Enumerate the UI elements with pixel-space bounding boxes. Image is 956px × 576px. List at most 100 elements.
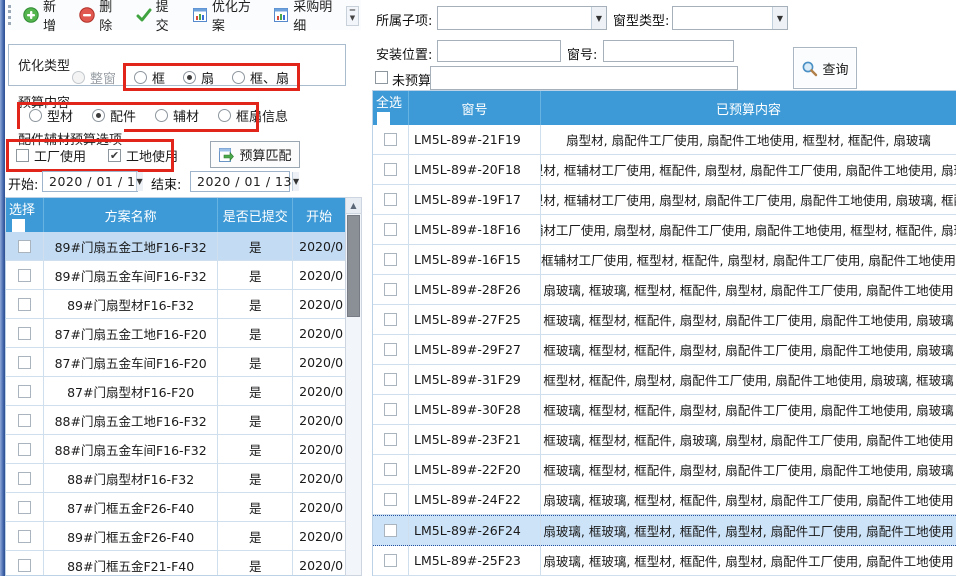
unbudgeted-checkbox[interactable] bbox=[375, 71, 388, 84]
radio-option-配件[interactable]: 配件 bbox=[92, 106, 136, 125]
table-row[interactable]: LM5L-89#-16F15框辅材工厂使用, 框型材, 框配件, 扇型材, 扇配… bbox=[373, 245, 956, 275]
table-row[interactable]: 88#门扇五金工地F16-F32是2020/0 bbox=[6, 406, 345, 435]
table-row[interactable]: 87#门框五金F26-F40是2020/0 bbox=[6, 493, 345, 522]
delete-button[interactable]: 删除 bbox=[73, 0, 129, 37]
table-row[interactable]: LM5L-89#-20F18框型材, 框辅材工厂使用, 框配件, 扇型材, 扇配… bbox=[373, 155, 956, 185]
radio-icon[interactable] bbox=[134, 71, 147, 84]
row-checkbox[interactable] bbox=[384, 433, 397, 446]
checkbox-icon[interactable] bbox=[16, 149, 29, 162]
submit-button[interactable]: 提交 bbox=[130, 0, 186, 37]
table-row[interactable]: 88#门扇型材F16-F32是2020/0 bbox=[6, 464, 345, 493]
row-checkbox[interactable] bbox=[384, 554, 397, 567]
row-checkbox[interactable] bbox=[384, 403, 397, 416]
checkbox-option-工厂使用[interactable]: 工厂使用 bbox=[16, 146, 86, 165]
table-row[interactable]: LM5L-89#-26F24扇玻璃, 框玻璃, 框型材, 框配件, 扇型材, 扇… bbox=[373, 515, 956, 546]
add-button[interactable]: 新增 bbox=[17, 0, 73, 37]
plan-name-cell: 89#门扇五金工地F16-F32 bbox=[44, 232, 218, 260]
table-row[interactable]: LM5L-89#-29F27框玻璃, 框型材, 框配件, 扇型材, 扇配件工厂使… bbox=[373, 335, 956, 365]
chevron-down-icon[interactable]: ▼ bbox=[136, 172, 143, 191]
select-all-checkbox[interactable] bbox=[377, 112, 390, 125]
row-checkbox[interactable] bbox=[384, 524, 397, 537]
row-checkbox[interactable] bbox=[384, 463, 397, 476]
row-checkbox[interactable] bbox=[18, 443, 31, 456]
toolbar-overflow-button[interactable]: ▔▼ bbox=[346, 6, 359, 26]
table-row[interactable]: 89#门扇五金车间F16-F32是2020/0 bbox=[6, 261, 345, 290]
start-date-picker[interactable]: 2020 / 01 / 1 ▼ bbox=[42, 171, 138, 192]
select-all-checkbox[interactable] bbox=[12, 219, 25, 232]
checkbox-icon[interactable]: ✔ bbox=[108, 149, 121, 162]
table-row[interactable]: 89#门扇型材F16-F32是2020/0 bbox=[6, 290, 345, 319]
row-checkbox[interactable] bbox=[18, 472, 31, 485]
table-row[interactable]: LM5L-89#-22F20框玻璃, 框型材, 框配件, 扇型材, 扇配件工厂使… bbox=[373, 455, 956, 485]
unbudgeted-input[interactable] bbox=[430, 66, 738, 90]
table-row[interactable]: 89#门扇五金工地F16-F32是2020/0 bbox=[6, 232, 345, 261]
radio-icon[interactable] bbox=[72, 71, 85, 84]
checkbox-option-工地使用[interactable]: ✔工地使用 bbox=[108, 146, 178, 165]
radio-icon[interactable] bbox=[232, 71, 245, 84]
row-checkbox[interactable] bbox=[18, 240, 31, 253]
optimize-plan-button[interactable]: 优化方案 bbox=[186, 0, 267, 37]
radio-option-辅材[interactable]: 辅材 bbox=[155, 106, 199, 125]
install-position-input[interactable] bbox=[437, 40, 561, 62]
table-row[interactable]: 88#门框五金F21-F40是2020/0 bbox=[6, 551, 345, 576]
row-checkbox[interactable] bbox=[384, 493, 397, 506]
radio-icon[interactable] bbox=[183, 71, 196, 84]
table-row[interactable]: 89#门框五金F26-F40是2020/0 bbox=[6, 522, 345, 551]
row-checkbox[interactable] bbox=[384, 223, 397, 236]
row-checkbox[interactable] bbox=[18, 298, 31, 311]
table-row[interactable]: LM5L-89#-28F26扇玻璃, 框玻璃, 框型材, 框配件, 扇型材, 扇… bbox=[373, 275, 956, 305]
window-no-input[interactable] bbox=[603, 40, 734, 62]
row-checkbox[interactable] bbox=[18, 414, 31, 427]
scroll-up-icon[interactable]: ▲ bbox=[346, 198, 361, 214]
table-row[interactable]: LM5L-89#-19F17框型材, 框辅材工厂使用, 扇型材, 扇配件工厂使用… bbox=[373, 185, 956, 215]
table-row[interactable]: LM5L-89#-30F28框玻璃, 框型材, 框配件, 扇型材, 扇配件工厂使… bbox=[373, 395, 956, 425]
table-row[interactable]: LM5L-89#-31F29框型材, 框配件, 扇型材, 扇配件工厂使用, 扇配… bbox=[373, 365, 956, 395]
table-row[interactable]: LM5L-89#-25F23扇玻璃, 框玻璃, 框型材, 框配件, 扇型材, 扇… bbox=[373, 546, 956, 576]
table-row[interactable]: 87#门扇五金工地F16-F20是2020/0 bbox=[6, 319, 345, 348]
row-checkbox[interactable] bbox=[18, 530, 31, 543]
row-checkbox[interactable] bbox=[384, 133, 397, 146]
radio-icon[interactable] bbox=[155, 109, 168, 122]
chevron-down-icon[interactable]: ▼ bbox=[772, 7, 787, 29]
radio-option-框扇信息[interactable]: 框扇信息 bbox=[218, 106, 288, 125]
radio-option-扇[interactable]: 扇 bbox=[183, 68, 214, 87]
chevron-down-icon[interactable]: ▼ bbox=[292, 172, 299, 191]
budget-match-button[interactable]: 预算匹配 bbox=[210, 141, 300, 168]
query-button[interactable]: 查询 bbox=[793, 47, 857, 89]
row-checkbox[interactable] bbox=[384, 313, 397, 326]
scrollbar-thumb[interactable] bbox=[347, 215, 360, 317]
row-checkbox[interactable] bbox=[384, 343, 397, 356]
row-checkbox[interactable] bbox=[384, 283, 397, 296]
radio-icon[interactable] bbox=[92, 109, 105, 122]
radio-option-型材[interactable]: 型材 bbox=[29, 106, 73, 125]
radio-icon[interactable] bbox=[29, 109, 42, 122]
table-row[interactable]: 87#门扇型材F16-F20是2020/0 bbox=[6, 377, 345, 406]
row-checkbox[interactable] bbox=[384, 373, 397, 386]
table-row[interactable]: LM5L-89#-21F19扇型材, 扇配件工厂使用, 扇配件工地使用, 框型材… bbox=[373, 125, 956, 155]
table-row[interactable]: LM5L-89#-18F16框辅材工厂使用, 扇型材, 扇配件工厂使用, 扇配件… bbox=[373, 215, 956, 245]
table-row[interactable]: 87#门扇五金车间F16-F20是2020/0 bbox=[6, 348, 345, 377]
row-checkbox[interactable] bbox=[18, 501, 31, 514]
row-checkbox[interactable] bbox=[18, 559, 31, 572]
plan-table-scrollbar[interactable]: ▲ bbox=[345, 197, 362, 576]
toolbar-grip-handle[interactable] bbox=[8, 5, 11, 25]
row-checkbox[interactable] bbox=[18, 356, 31, 369]
row-checkbox[interactable] bbox=[18, 269, 31, 282]
row-checkbox[interactable] bbox=[384, 253, 397, 266]
chevron-down-icon[interactable]: ▼ bbox=[591, 7, 606, 29]
row-checkbox[interactable] bbox=[18, 327, 31, 340]
sub-item-select[interactable]: ▼ bbox=[437, 6, 607, 30]
table-row[interactable]: LM5L-89#-23F21框玻璃, 框型材, 框配件, 扇玻璃, 扇型材, 扇… bbox=[373, 425, 956, 455]
row-checkbox[interactable] bbox=[384, 193, 397, 206]
radio-option-框[interactable]: 框 bbox=[134, 68, 165, 87]
table-row[interactable]: LM5L-89#-27F25框玻璃, 框型材, 框配件, 扇型材, 扇配件工厂使… bbox=[373, 305, 956, 335]
end-date-picker[interactable]: 2020 / 01 / 13 ▼ bbox=[190, 171, 290, 192]
window-no-cell: LM5L-89#-31F29 bbox=[409, 365, 541, 394]
window-type-select[interactable]: ▼ bbox=[672, 6, 788, 30]
radio-icon[interactable] bbox=[218, 109, 231, 122]
row-checkbox[interactable] bbox=[18, 385, 31, 398]
row-checkbox[interactable] bbox=[384, 163, 397, 176]
table-row[interactable]: 88#门扇五金车间F16-F32是2020/0 bbox=[6, 435, 345, 464]
radio-option-框、扇[interactable]: 框、扇 bbox=[232, 68, 289, 87]
table-row[interactable]: LM5L-89#-24F22扇玻璃, 框玻璃, 框型材, 框配件, 扇型材, 扇… bbox=[373, 485, 956, 515]
